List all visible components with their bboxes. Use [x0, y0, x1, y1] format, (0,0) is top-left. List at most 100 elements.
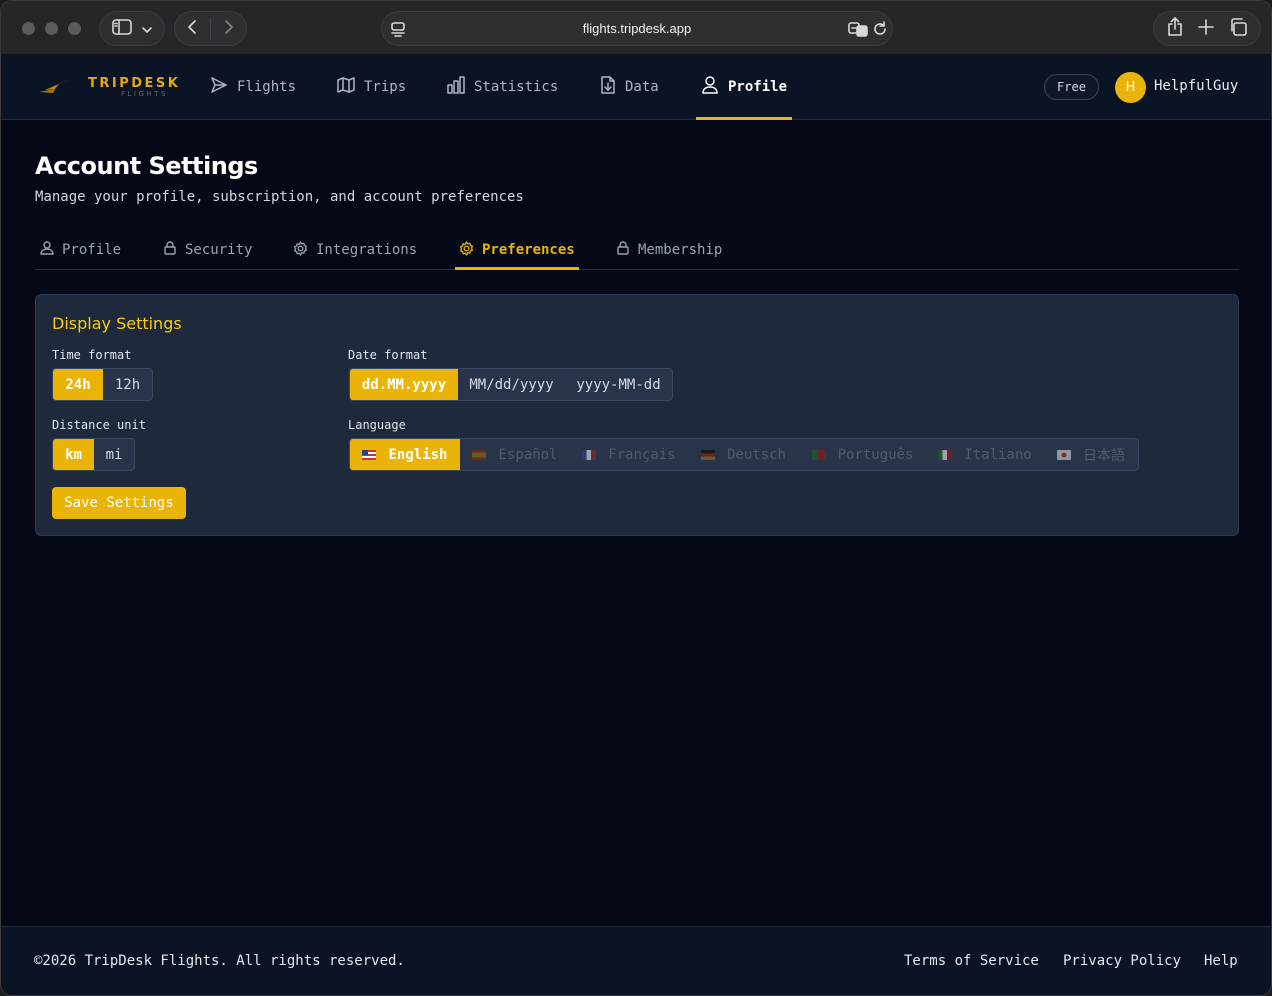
brand-logo[interactable]: TRIPDESK FLIGHTS: [39, 73, 189, 103]
language-label-text: Italiano: [964, 446, 1032, 463]
minimize-window-button[interactable]: [45, 22, 58, 35]
brand-subtitle: FLIGHTS: [121, 90, 168, 98]
reload-icon[interactable]: [872, 21, 888, 37]
tab-label: Profile: [62, 242, 122, 258]
language-option-espanol[interactable]: Español: [460, 439, 570, 470]
language-option-japanese[interactable]: 日本語: [1044, 439, 1138, 470]
time-format-toggle: 24h 12h: [52, 368, 153, 401]
date-format-option-mmddyyyy[interactable]: MM/dd/yyyy: [458, 369, 565, 400]
nav-item-flights[interactable]: Flights: [210, 55, 296, 119]
tab-label: Preferences: [482, 242, 575, 258]
date-format-label: Date format: [348, 348, 428, 362]
us-flag-icon: [362, 449, 377, 460]
address-bar[interactable]: flights.tripdesk.app: [381, 11, 893, 46]
zoom-window-button[interactable]: [68, 22, 81, 35]
time-format-label: Time format: [52, 348, 132, 362]
footer: ©2026 TripDesk Flights. All rights reser…: [1, 926, 1271, 995]
file-download-icon: [600, 76, 616, 98]
tab-preferences[interactable]: Preferences: [459, 239, 575, 261]
language-label-text: Deutsch: [726, 446, 786, 463]
share-icon[interactable]: [1167, 16, 1183, 41]
browser-actions: [1153, 11, 1261, 46]
nav-label: Trips: [364, 79, 407, 95]
language-label-text: 日本語: [1083, 447, 1125, 464]
browser-toolbar: flights.tripdesk.app: [1, 1, 1271, 55]
nav-label: Profile: [728, 79, 788, 95]
new-tab-icon[interactable]: [1198, 18, 1214, 39]
tab-label: Integrations: [316, 242, 418, 258]
username[interactable]: HelpfulGuy: [1154, 78, 1238, 94]
translate-icon[interactable]: [848, 21, 868, 37]
language-label-text: Português: [837, 446, 914, 463]
language-option-italiano[interactable]: Italiano: [926, 439, 1044, 470]
tab-integrations[interactable]: Integrations: [293, 239, 417, 261]
display-settings-card: Display Settings Time format 24h 12h Dat…: [35, 294, 1239, 536]
nav-label: Statistics: [474, 79, 559, 95]
card-title: Display Settings: [52, 314, 182, 333]
avatar[interactable]: H: [1115, 72, 1146, 103]
date-format-option-ddmmyyyy[interactable]: dd.MM.yyyy: [350, 369, 458, 400]
it-flag-icon: [938, 449, 953, 460]
back-arrow-icon[interactable]: [186, 19, 198, 39]
nav-item-statistics[interactable]: Statistics: [447, 55, 558, 119]
url-text: flights.tripdesk.app: [582, 21, 692, 36]
tab-profile[interactable]: Profile: [40, 239, 121, 261]
language-label: Language: [348, 418, 406, 432]
map-icon: [337, 76, 355, 98]
save-settings-button[interactable]: Save Settings: [52, 487, 186, 519]
footer-link-terms[interactable]: Terms of Service: [904, 953, 1039, 969]
gear-icon: [293, 240, 308, 260]
distance-unit-option-km[interactable]: km: [53, 439, 94, 470]
tabs-divider: [35, 269, 1239, 270]
nav-active-indicator: [696, 117, 792, 120]
close-window-button[interactable]: [22, 22, 35, 35]
language-label-text: Español: [498, 446, 558, 463]
chevron-down-icon: [142, 19, 152, 38]
user-icon: [40, 241, 54, 259]
language-option-deutsch[interactable]: Deutsch: [688, 439, 799, 470]
date-format-option-yyyymmdd[interactable]: yyyy-MM-dd: [565, 369, 672, 400]
time-format-option-24h[interactable]: 24h: [53, 369, 103, 400]
language-option-francais[interactable]: Français: [570, 439, 688, 470]
footer-link-help[interactable]: Help: [1204, 953, 1238, 969]
jp-flag-icon: [1057, 449, 1071, 460]
gear-icon: [459, 240, 474, 260]
language-label-text: Français: [608, 446, 676, 463]
pt-flag-icon: [811, 449, 826, 460]
tab-membership[interactable]: Membership: [616, 239, 722, 261]
lock-icon: [616, 241, 630, 259]
time-format-option-12h[interactable]: 12h: [103, 369, 152, 400]
forward-arrow-icon[interactable]: [223, 19, 235, 39]
send-icon: [210, 76, 228, 98]
brand-name: TRIPDESK: [88, 76, 181, 91]
footer-link-privacy[interactable]: Privacy Policy: [1063, 953, 1181, 969]
tab-label: Membership: [638, 242, 723, 258]
user-icon: [701, 76, 719, 98]
nav-item-trips[interactable]: Trips: [337, 55, 406, 119]
tab-active-indicator: [455, 267, 579, 270]
sidebar-toggle-icon: [112, 18, 132, 39]
lock-icon: [163, 241, 177, 259]
bar-chart-icon: [447, 76, 465, 98]
browser-window: flights.tripdesk.app TRIPDESK FLIGHTS Fl…: [0, 0, 1272, 996]
plane-logo-icon: [39, 75, 81, 93]
nav-label: Data: [625, 79, 659, 95]
nav-item-profile[interactable]: Profile: [701, 55, 787, 119]
tab-overview-icon[interactable]: [1229, 17, 1247, 40]
tab-security[interactable]: Security: [163, 239, 252, 261]
footer-copyright: ©2026 TripDesk Flights. All rights reser…: [34, 953, 405, 969]
distance-unit-option-mi[interactable]: mi: [94, 439, 134, 470]
distance-unit-toggle: km mi: [52, 438, 135, 471]
page-title: Account Settings: [35, 152, 258, 180]
distance-unit-label: Distance unit: [52, 418, 146, 432]
date-format-toggle: dd.MM.yyyy MM/dd/yyyy yyyy-MM-dd: [349, 368, 673, 401]
language-option-portugues[interactable]: Português: [799, 439, 926, 470]
tab-label: Security: [185, 242, 253, 258]
language-label-text: English: [388, 446, 448, 463]
nav-item-data[interactable]: Data: [600, 55, 659, 119]
language-option-english[interactable]: English: [350, 439, 460, 470]
sidebar-toggle-button[interactable]: [99, 11, 165, 46]
fr-flag-icon: [582, 449, 597, 460]
plan-badge[interactable]: Free: [1044, 74, 1099, 100]
de-flag-icon: [700, 449, 715, 460]
